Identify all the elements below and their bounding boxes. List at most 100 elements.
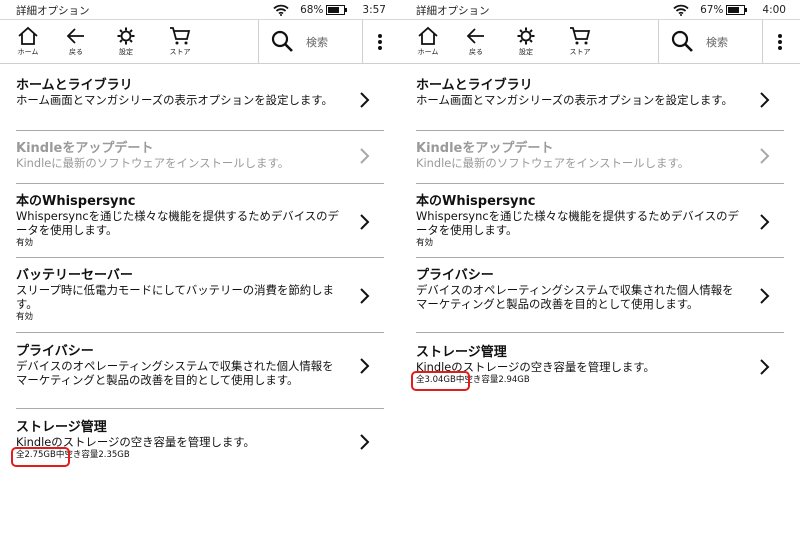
search-placeholder: 検索 <box>306 36 328 49</box>
more-menu-button[interactable] <box>366 20 396 64</box>
menu-item-storage[interactable]: ストレージ管理 Kindleのストレージの空き容量を管理します。 全3.04GB… <box>416 345 784 389</box>
store-label: ストア <box>169 48 191 56</box>
highlight-annotation <box>411 371 470 391</box>
menu-item-home-library[interactable]: ホームとライブラリ ホーム画面とマンガシリーズの表示オプションを設定します。 <box>16 78 384 122</box>
status-bar: 詳細オプション 67% 4:00 <box>400 0 800 20</box>
menu-item-status: 有効 <box>16 312 34 322</box>
battery-indicator: 67% <box>694 4 748 16</box>
back-label: 戻る <box>469 48 483 56</box>
divider <box>416 332 784 333</box>
battery-percent: 68% <box>300 4 324 16</box>
status-indicators: 67% 4:00 <box>673 3 786 17</box>
toolbar-divider <box>762 20 763 64</box>
menu-item-title: ストレージ管理 <box>16 420 107 435</box>
menu-item-privacy[interactable]: プライバシー デバイスのオペレーティングシステムで収集された個人情報をマーケティ… <box>16 344 384 388</box>
menu-item-description: スリープ時に低電力モードにしてバッテリーの消費を節約します。 <box>16 283 334 311</box>
menu-item-title: Kindleをアップデート <box>416 141 554 156</box>
toolbar-divider <box>362 20 363 64</box>
battery-icon <box>326 5 348 15</box>
chevron-right-icon <box>760 92 770 108</box>
menu-item-whispersync[interactable]: 本のWhispersync Whispersyncを通じた様々な機能を提供するた… <box>416 194 784 250</box>
chevron-right-icon <box>760 359 770 375</box>
menu-item-description: デバイスのオペレーティングシステムで収集された個人情報をマーケティングと製品の改… <box>416 283 734 311</box>
divider <box>16 257 384 258</box>
status-time: 3:57 <box>362 4 386 16</box>
store-cart-icon <box>570 27 591 45</box>
wifi-icon <box>673 4 689 16</box>
storage-usage: 全3.04GB中空き容量2.94GB <box>416 375 530 385</box>
highlight-annotation <box>11 447 70 467</box>
search-box[interactable]: 検索 <box>660 20 760 64</box>
menu-item-description: Kindleに最新のソフトウェアをインストールします。 <box>16 156 290 170</box>
back-arrow-icon <box>66 28 84 44</box>
menu-item-description: ホーム画面とマンガシリーズの表示オプションを設定します。 <box>16 93 333 107</box>
settings-label: 設定 <box>519 48 533 56</box>
divider <box>416 130 784 131</box>
chevron-right-icon <box>760 148 770 164</box>
back-button[interactable]: 戻る <box>452 20 500 64</box>
divider <box>16 183 384 184</box>
divider <box>16 332 384 333</box>
settings-label: 設定 <box>119 48 133 56</box>
store-label: ストア <box>569 48 591 56</box>
toolbar-divider <box>258 20 259 64</box>
menu-item-description: ホーム画面とマンガシリーズの表示オプションを設定します。 <box>416 93 733 107</box>
wifi-icon <box>273 4 289 16</box>
menu-item-battery-saver[interactable]: バッテリーセーバー スリープ時に低電力モードにしてバッテリーの消費を節約します。… <box>16 268 384 324</box>
search-placeholder: 検索 <box>706 36 728 49</box>
battery-percent: 67% <box>700 4 724 16</box>
chevron-right-icon <box>360 288 370 304</box>
divider <box>416 257 784 258</box>
home-button[interactable]: ホーム <box>404 20 452 64</box>
menu-item-title: プライバシー <box>416 268 494 283</box>
home-button[interactable]: ホーム <box>4 20 52 64</box>
toolbar: ホーム 戻る 設定 ストア 検索 <box>0 20 400 64</box>
screen-right: 詳細オプション 67% 4:00 ホーム 戻る 設定 ストア 検索 ホームとライ… <box>400 0 800 533</box>
status-bar: 詳細オプション 68% 3:57 <box>0 0 400 20</box>
toolbar: ホーム 戻る 設定 ストア 検索 <box>400 20 800 64</box>
search-icon <box>271 30 293 52</box>
divider <box>16 130 384 131</box>
battery-indicator: 68% <box>294 4 348 16</box>
back-button[interactable]: 戻る <box>52 20 100 64</box>
search-icon <box>671 30 693 52</box>
menu-item-description: Whispersyncを通じた様々な機能を提供するためデバイスのデータを使用しま… <box>16 209 339 237</box>
search-box[interactable]: 検索 <box>260 20 360 64</box>
menu-item-whispersync[interactable]: 本のWhispersync Whispersyncを通じた様々な機能を提供するた… <box>16 194 384 250</box>
home-icon <box>18 26 38 45</box>
store-cart-icon <box>170 27 191 45</box>
settings-button[interactable]: 設定 <box>102 20 150 64</box>
menu-item-title: 本のWhispersync <box>416 194 536 209</box>
divider <box>16 408 384 409</box>
menu-item-status: 有効 <box>16 238 34 248</box>
chevron-right-icon <box>760 288 770 304</box>
menu-item-title: ホームとライブラリ <box>16 78 133 93</box>
home-icon <box>418 26 438 45</box>
settings-gear-icon <box>117 27 135 45</box>
storage-usage: 全2.75GB中空き容量2.35GB <box>16 450 130 460</box>
menu-item-storage[interactable]: ストレージ管理 Kindleのストレージの空き容量を管理します。 全2.75GB… <box>16 420 384 464</box>
settings-gear-icon <box>517 27 535 45</box>
status-title: 詳細オプション <box>16 5 90 17</box>
menu-item-title: プライバシー <box>16 344 94 359</box>
more-menu-button[interactable] <box>766 20 796 64</box>
settings-button[interactable]: 設定 <box>502 20 550 64</box>
store-button[interactable]: ストア <box>556 20 604 64</box>
menu-item-title: ストレージ管理 <box>416 345 507 360</box>
menu-item-update-kindle: Kindleをアップデート Kindleに最新のソフトウェアをインストールします… <box>16 141 384 171</box>
menu-item-privacy[interactable]: プライバシー デバイスのオペレーティングシステムで収集された個人情報をマーケティ… <box>416 268 784 324</box>
home-label: ホーム <box>417 48 439 56</box>
menu-item-home-library[interactable]: ホームとライブラリ ホーム画面とマンガシリーズの表示オプションを設定します。 <box>416 78 784 122</box>
chevron-right-icon <box>360 434 370 450</box>
chevron-right-icon <box>360 148 370 164</box>
battery-icon <box>726 5 748 15</box>
status-title: 詳細オプション <box>416 5 490 17</box>
back-label: 戻る <box>69 48 83 56</box>
screen-left: 詳細オプション 68% 3:57 ホーム 戻る 設定 ストア 検索 ホームとライ… <box>0 0 400 533</box>
menu-item-title: ホームとライブラリ <box>416 78 533 93</box>
menu-item-title: 本のWhispersync <box>16 194 136 209</box>
toolbar-divider <box>658 20 659 64</box>
store-button[interactable]: ストア <box>156 20 204 64</box>
chevron-right-icon <box>360 358 370 374</box>
chevron-right-icon <box>360 92 370 108</box>
